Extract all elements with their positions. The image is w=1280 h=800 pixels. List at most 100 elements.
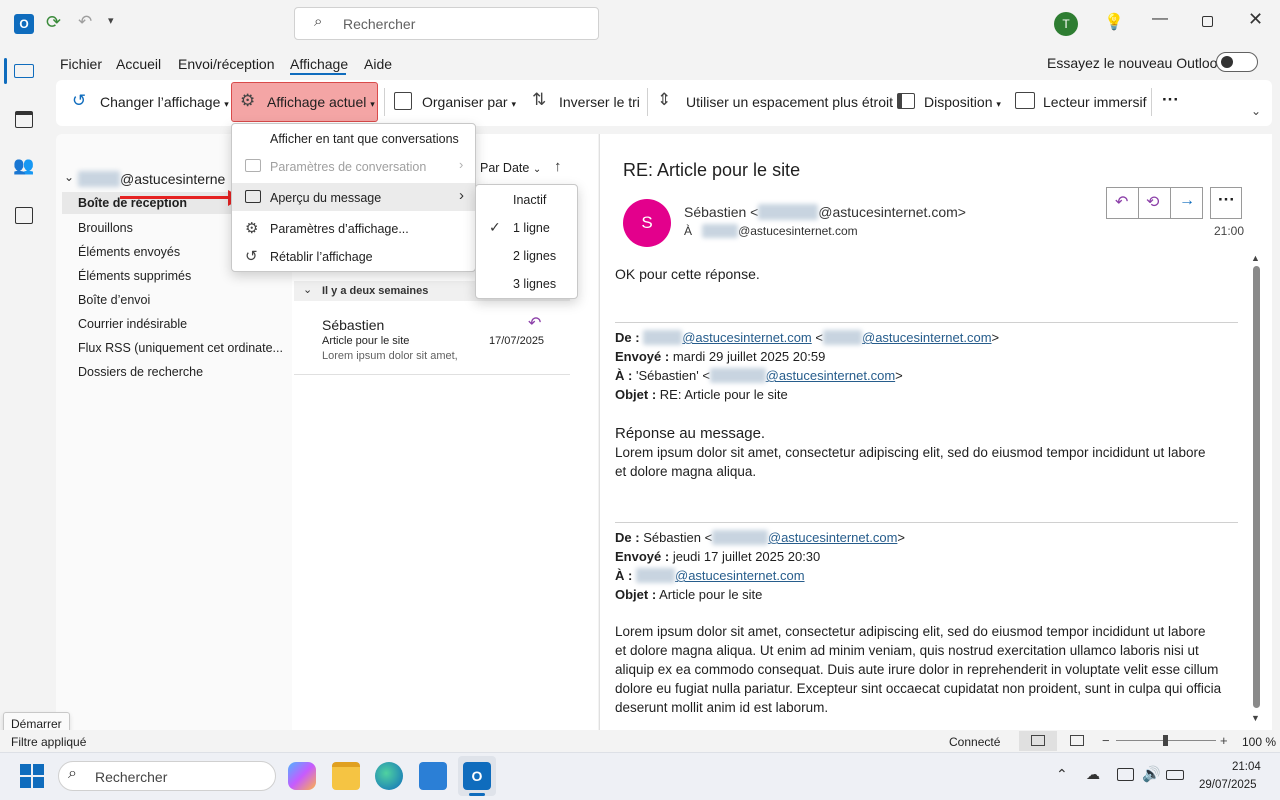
normal-view-button[interactable] <box>1019 731 1057 751</box>
file-explorer-icon[interactable] <box>332 762 360 790</box>
menu-active-underline <box>290 73 346 75</box>
arrange-by-button[interactable]: Organiser par ▾ <box>422 94 516 110</box>
zoom-level[interactable]: 100 % <box>1242 735 1276 749</box>
menu-item-view-settings[interactable]: Paramètres d’affichage... <box>270 222 409 236</box>
menu-aide[interactable]: Aide <box>364 56 392 72</box>
reading-scrollbar-up[interactable]: ▲ <box>1251 253 1260 263</box>
normal-view-icon <box>1031 735 1045 746</box>
reply-button[interactable]: ↶ <box>1106 187 1139 219</box>
more-actions-button[interactable]: ··· <box>1210 187 1242 219</box>
quote1-subject: Objet : RE: Article pour le site <box>615 387 788 402</box>
reading-scrollbar-thumb[interactable] <box>1253 266 1260 708</box>
restore-button[interactable] <box>1202 16 1213 27</box>
account-name[interactable]: tutoriel@astucesinterne <box>78 171 225 187</box>
outlook-taskbar-icon[interactable]: O <box>463 762 491 790</box>
immersive-reader-icon <box>1015 92 1035 109</box>
folder-sent[interactable]: Éléments envoyés <box>78 245 180 259</box>
lightbulb-icon[interactable]: 💡 <box>1104 12 1124 32</box>
calendar-icon[interactable] <box>15 111 33 128</box>
preview-option-off[interactable]: Inactif <box>513 193 546 207</box>
people-icon[interactable]: 👥 <box>13 156 34 176</box>
tray-network-status-icon[interactable]: ☁ <box>1086 766 1100 783</box>
reverse-sort-button[interactable]: Inverser le tri <box>559 94 640 110</box>
try-new-outlook-toggle[interactable] <box>1216 52 1258 72</box>
tray-battery-icon[interactable] <box>1166 770 1184 780</box>
sort-by-dropdown[interactable]: Par Date ⌄ <box>480 161 541 175</box>
immersive-reader-button[interactable]: Lecteur immersif <box>1043 94 1146 110</box>
preview-option-2-lines[interactable]: 2 lignes <box>513 249 556 263</box>
quote1-sent: Envoyé : mardi 29 juillet 2025 20:59 <box>615 349 826 364</box>
ribbon-expand-icon[interactable]: ⌄ <box>1251 104 1261 118</box>
preview-option-1-line[interactable]: 1 ligne <box>513 221 550 235</box>
preview-option-3-lines[interactable]: 3 lignes <box>513 277 556 291</box>
mail-icon[interactable] <box>14 64 34 78</box>
quick-access-dropdown-icon[interactable]: ▾ <box>108 14 114 27</box>
tray-monitor-icon[interactable] <box>1117 768 1134 781</box>
menu-item-show-as-conversations[interactable]: Afficher en tant que conversations <box>270 132 459 146</box>
folder-rss[interactable]: Flux RSS (uniquement cet ordinate... <box>78 341 283 355</box>
tray-overflow-icon[interactable]: ⌃ <box>1056 766 1068 783</box>
message-date: 17/07/2025 <box>489 335 545 347</box>
reply-all-icon: ⟲ <box>1146 194 1160 211</box>
quote2-body-line: deserunt mollit anim id est laborum. <box>615 700 829 715</box>
quote1-to: À : 'Sébastien' <sebastien@astucesintern… <box>615 368 903 383</box>
submenu-arrow-icon: › <box>459 187 464 204</box>
zoom-out-button[interactable]: − <box>1102 733 1110 748</box>
undo-icon[interactable]: ↶ <box>78 12 92 32</box>
edge-icon[interactable] <box>375 762 403 790</box>
taskbar-time[interactable]: 21:04 <box>1232 761 1261 773</box>
folder-deleted[interactable]: Éléments supprimés <box>78 269 191 283</box>
menu-fichier[interactable]: Fichier <box>60 56 102 72</box>
store-icon[interactable] <box>419 762 447 790</box>
group-header[interactable]: Il y a deux semaines <box>322 285 428 297</box>
reading-view-icon[interactable] <box>1070 735 1084 746</box>
apps-icon[interactable] <box>15 207 33 224</box>
group-chevron-icon[interactable]: ⌄ <box>303 283 312 296</box>
folder-drafts[interactable]: Brouillons <box>78 221 133 235</box>
taskbar-date[interactable]: 29/07/2025 <box>1199 779 1257 791</box>
compact-spacing-button[interactable]: Utiliser un espacement plus étroit <box>686 94 893 110</box>
sort-direction-icon[interactable]: ↑ <box>554 158 562 175</box>
layout-button[interactable]: Disposition ▾ <box>924 94 1001 110</box>
user-avatar[interactable]: T <box>1054 12 1078 36</box>
ribbon-separator <box>1151 88 1152 116</box>
reading-scrollbar-down[interactable]: ▼ <box>1251 713 1260 723</box>
folder-outbox[interactable]: Boîte d’envoi <box>78 293 150 307</box>
message-preview: Lorem ipsum dolor sit amet, <box>322 350 458 362</box>
annotation-arrow-line <box>120 196 232 199</box>
menu-item-reset-view[interactable]: Rétablir l’affichage <box>270 250 373 264</box>
reverse-sort-icon: ⇅ <box>532 90 547 109</box>
reply-all-button[interactable]: ⟲ <box>1138 187 1171 219</box>
zoom-in-button[interactable]: + <box>1220 733 1228 748</box>
menu-affichage[interactable]: Affichage <box>290 56 348 72</box>
menu-envoi-reception[interactable]: Envoi/réception <box>178 56 275 72</box>
folder-search[interactable]: Dossiers de recherche <box>78 365 203 379</box>
connection-status: Connecté <box>949 735 1001 749</box>
menu-accueil[interactable]: Accueil <box>116 56 161 72</box>
account-chevron-icon[interactable]: ⌄ <box>64 170 74 184</box>
tray-volume-icon[interactable]: 🔊 <box>1142 765 1161 783</box>
more-icon: ··· <box>1218 190 1235 209</box>
title-search-input[interactable]: Rechercher <box>294 7 599 40</box>
rail-active-indicator <box>4 58 7 84</box>
message-subject: Article pour le site <box>322 335 410 347</box>
forward-button[interactable]: → <box>1170 187 1203 219</box>
body-intro: OK pour cette réponse. <box>615 266 760 282</box>
received-time: 21:00 <box>1214 224 1245 238</box>
replied-icon: ↶ <box>528 315 542 332</box>
close-button[interactable]: ✕ <box>1248 9 1263 30</box>
ribbon-more-button[interactable]: ··· <box>1162 90 1179 110</box>
taskbar-search-input[interactable]: Rechercher <box>58 761 276 791</box>
copilot-icon[interactable] <box>288 762 316 790</box>
folder-junk[interactable]: Courrier indésirable <box>78 317 187 331</box>
menu-item-message-preview[interactable]: Aperçu du message <box>270 191 381 205</box>
current-view-label: Affichage actuel ▾ <box>267 94 375 110</box>
windows-start-icon[interactable] <box>20 764 44 788</box>
sync-icon[interactable]: ⟳ <box>46 12 61 33</box>
quote2-subject: Objet : Article pour le site <box>615 587 763 602</box>
conversation-settings-icon <box>245 159 261 172</box>
minimize-button[interactable]: — <box>1152 10 1168 28</box>
gear-icon: ⚙ <box>240 91 256 110</box>
zoom-slider-thumb[interactable] <box>1163 735 1168 746</box>
change-view-button[interactable]: Changer l’affichage ▾ <box>100 94 229 110</box>
